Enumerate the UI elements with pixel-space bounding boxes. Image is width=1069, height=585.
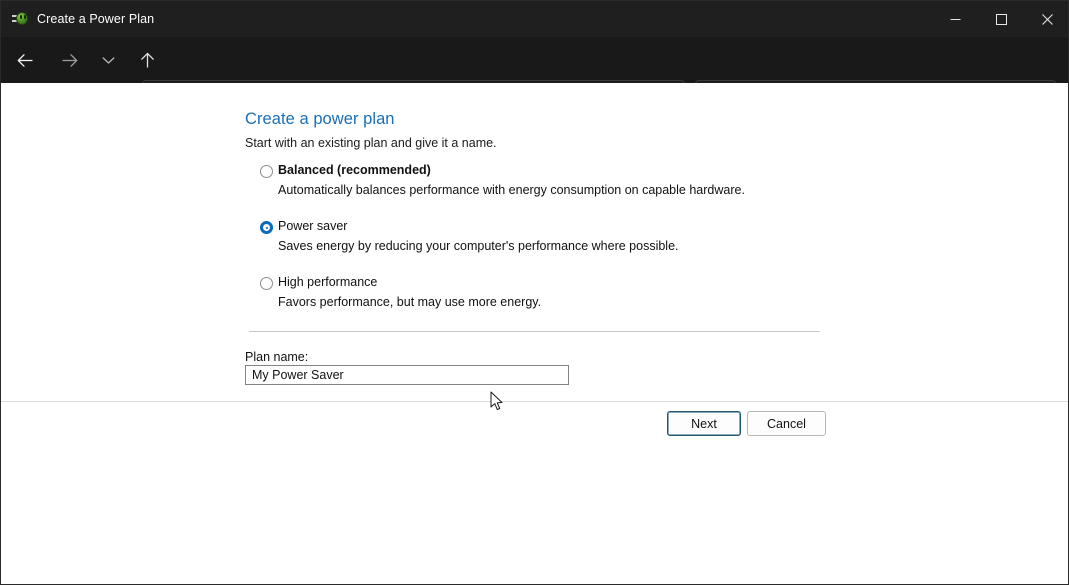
chevron-down-icon xyxy=(102,56,115,65)
maximize-icon xyxy=(996,14,1007,25)
radio-button-high-performance[interactable] xyxy=(260,277,273,290)
radio-button-balanced[interactable] xyxy=(260,165,273,178)
radio-label-power-saver[interactable]: Power saver xyxy=(278,219,347,233)
page-subtitle: Start with an existing plan and give it … xyxy=(245,136,497,150)
close-button[interactable] xyxy=(1024,1,1069,37)
radio-button-power-saver[interactable] xyxy=(260,221,273,234)
section-divider xyxy=(249,331,820,332)
control-panel-window: Create a Power Plan xyxy=(0,0,1069,585)
minimize-button[interactable] xyxy=(932,1,978,37)
next-button[interactable]: Next xyxy=(667,411,741,436)
radio-label-balanced[interactable]: Balanced (recommended) xyxy=(278,163,431,177)
plan-name-input[interactable] xyxy=(245,365,569,385)
radio-label-high-performance[interactable]: High performance xyxy=(278,275,377,289)
navigation-bar: « Hardware and Sound › Power Options › C… xyxy=(1,37,1069,83)
window-title: Create a Power Plan xyxy=(37,12,154,26)
window-controls xyxy=(932,1,1069,37)
close-icon xyxy=(1042,14,1053,25)
up-arrow-icon xyxy=(140,52,155,69)
power-plug-icon xyxy=(12,11,28,27)
back-button[interactable] xyxy=(10,45,40,75)
footer-bar: Next Cancel xyxy=(1,402,1069,585)
cancel-button[interactable]: Cancel xyxy=(747,411,826,436)
back-arrow-icon xyxy=(17,53,34,68)
radio-description-high-performance: Favors performance, but may use more ene… xyxy=(278,295,541,309)
recent-locations-button[interactable] xyxy=(97,45,119,75)
radio-description-power-saver: Saves energy by reducing your computer's… xyxy=(278,239,679,253)
page-title: Create a power plan xyxy=(245,110,395,129)
title-bar-left: Create a Power Plan xyxy=(1,1,932,37)
radio-description-balanced: Automatically balances performance with … xyxy=(278,183,745,197)
forward-arrow-icon xyxy=(61,53,78,68)
minimize-icon xyxy=(950,14,961,25)
maximize-button[interactable] xyxy=(978,1,1024,37)
title-bar: Create a Power Plan xyxy=(1,1,1069,37)
up-button[interactable] xyxy=(132,45,162,75)
plan-name-label: Plan name: xyxy=(245,350,308,364)
content-area: Create a power plan Start with an existi… xyxy=(1,83,1069,401)
forward-button[interactable] xyxy=(54,45,84,75)
